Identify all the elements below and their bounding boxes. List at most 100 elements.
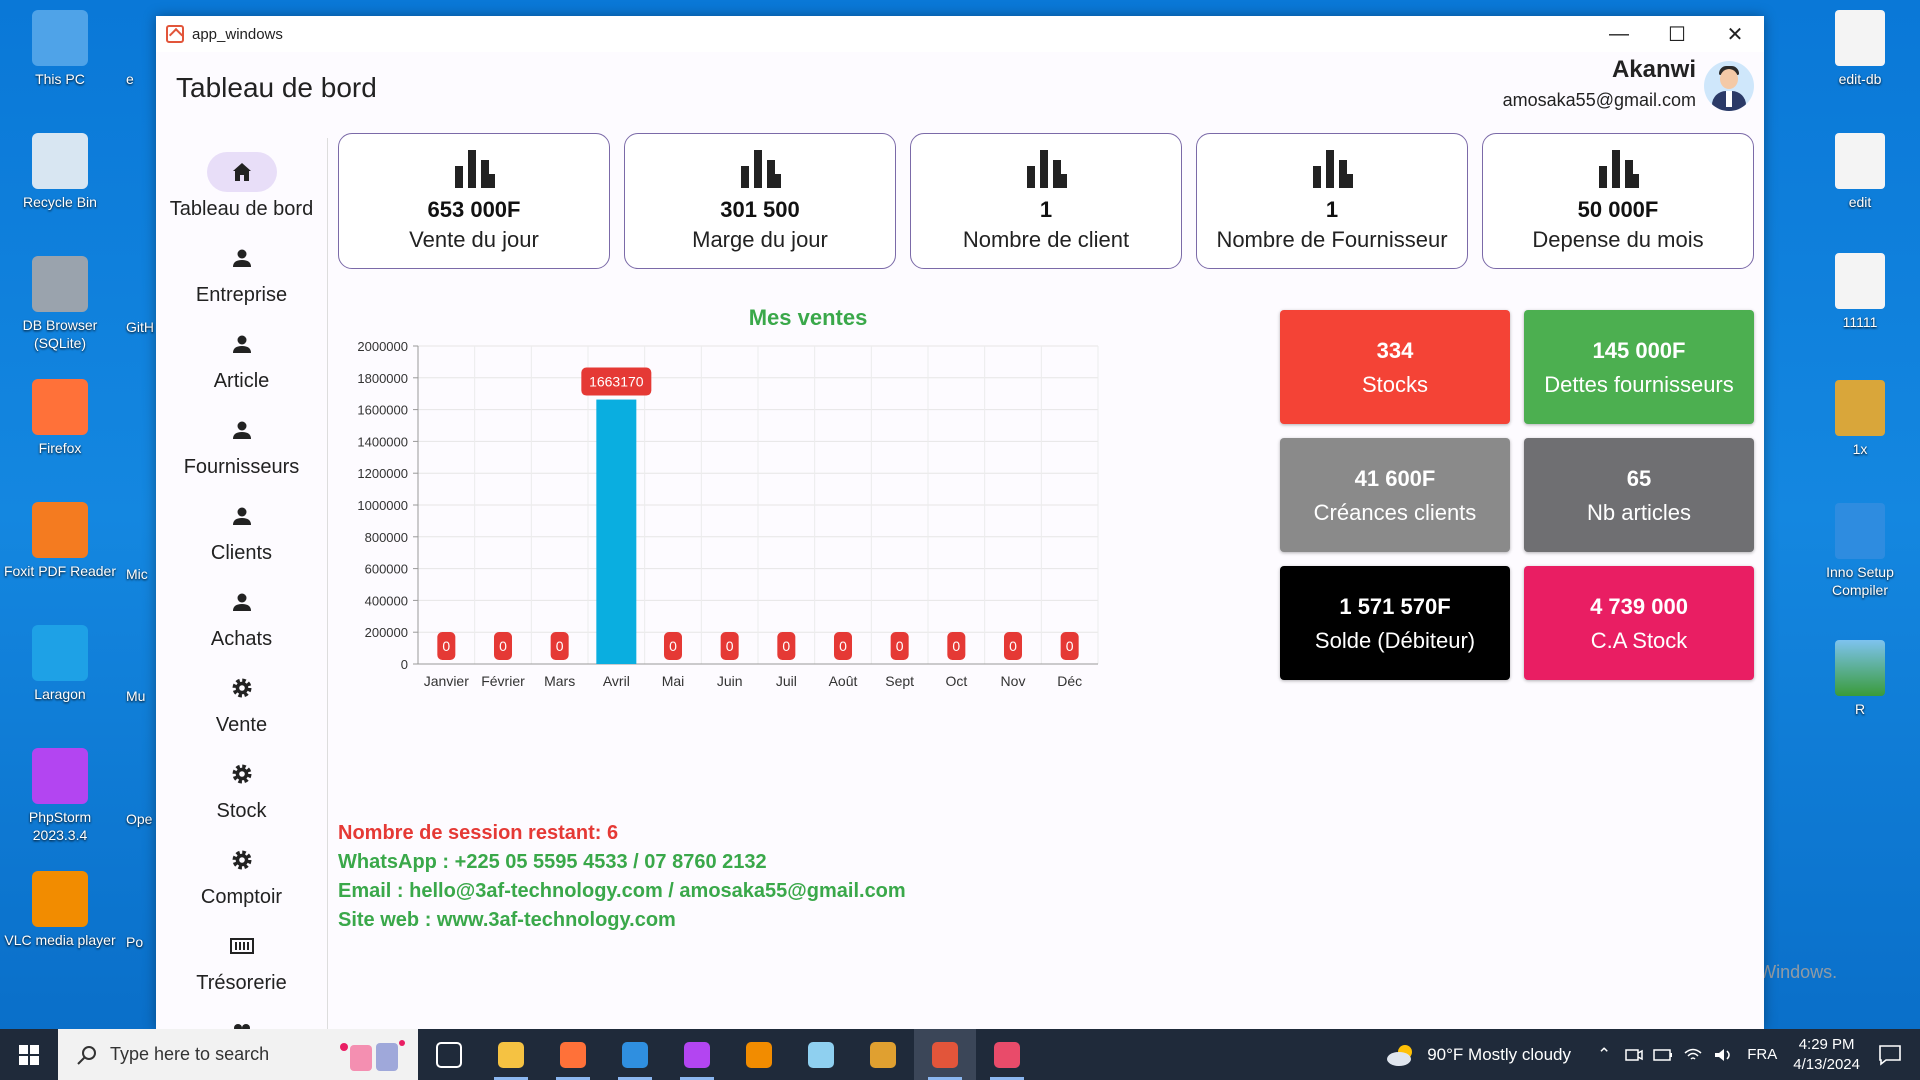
sidebar-item-more[interactable] xyxy=(156,998,327,1029)
tile-value: 4 739 000 xyxy=(1590,594,1688,619)
sidebar-item-tableau-de-bord[interactable]: Tableau de bord xyxy=(156,138,327,224)
taskbar-snipping-tool[interactable] xyxy=(976,1029,1038,1080)
taskbar-notepad[interactable] xyxy=(790,1029,852,1080)
tile-label: C.A Stock xyxy=(1590,628,1688,653)
desktop-icon[interactable]: VLC media player xyxy=(0,871,120,949)
sidebar-item-stock[interactable]: Stock xyxy=(156,740,327,826)
sidebar-item-label: Article xyxy=(213,370,270,392)
data-label: 0 xyxy=(1009,638,1017,654)
desktop-icon-label: Mu xyxy=(126,688,146,704)
kpi-value: 653 000F xyxy=(427,197,521,222)
volume-icon[interactable] xyxy=(1713,1047,1733,1063)
summary-tile[interactable]: 145 000F Dettes fournisseurs xyxy=(1524,310,1754,424)
x-tick-label: Juin xyxy=(717,673,743,689)
kpi-card[interactable]: 1 Nombre de Fournisseur xyxy=(1196,133,1468,269)
desktop-icon[interactable]: Recycle Bin xyxy=(0,133,120,211)
desktop-icon[interactable]: Foxit PDF Reader xyxy=(0,502,120,580)
summary-tile[interactable]: 65 Nb articles xyxy=(1524,438,1754,552)
desktop-icon[interactable]: Laragon xyxy=(0,625,120,703)
taskbar-file-explorer[interactable] xyxy=(480,1029,542,1080)
bar-chart-icon xyxy=(1197,148,1467,193)
chevron-up-icon[interactable]: ⌃ xyxy=(1597,1045,1611,1065)
x-tick-label: Nov xyxy=(1001,673,1026,689)
vscode-icon xyxy=(622,1041,648,1068)
sidebar-item-clients[interactable]: Clients xyxy=(156,482,327,568)
clock-time: 4:29 PM xyxy=(1798,1035,1855,1053)
taskbar-phpstorm[interactable] xyxy=(666,1029,728,1080)
vlc-icon xyxy=(32,871,88,927)
close-button[interactable]: ✕ xyxy=(1706,16,1764,52)
taskbar-search[interactable]: Type here to search xyxy=(58,1029,418,1080)
wifi-icon[interactable] xyxy=(1683,1047,1703,1063)
x-tick-label: Sept xyxy=(885,673,914,689)
home-icon xyxy=(206,152,277,192)
sidebar-item-fournisseurs[interactable]: Fournisseurs xyxy=(156,396,327,482)
desktop-icon[interactable]: edit-db xyxy=(1800,10,1920,88)
y-tick-label: 200000 xyxy=(365,625,408,640)
desktop-icon[interactable]: PhpStorm 2023.3.4 xyxy=(0,748,120,844)
desktop-icon-label: Recycle Bin xyxy=(23,194,97,210)
sidebar-item-article[interactable]: Article xyxy=(156,310,327,396)
y-tick-label: 1400000 xyxy=(357,434,408,449)
chart-title: Mes ventes xyxy=(748,305,868,330)
desktop-icon[interactable]: This PC xyxy=(0,10,120,88)
desktop-icon[interactable]: 1x xyxy=(1800,380,1920,458)
bar-chart-icon xyxy=(1483,148,1753,193)
desktop-icon[interactable]: edit xyxy=(1800,133,1920,211)
sidebar-item-comptoir[interactable]: Comptoir xyxy=(156,826,327,912)
windows-icon xyxy=(19,1044,39,1065)
gear-icon xyxy=(207,668,277,708)
data-label: 0 xyxy=(442,638,450,654)
x-tick-label: Août xyxy=(829,673,858,689)
taskbar-firefox[interactable] xyxy=(542,1029,604,1080)
taskbar-task-view[interactable] xyxy=(418,1029,480,1080)
search-placeholder: Type here to search xyxy=(110,1044,270,1064)
desktop-icon[interactable]: Inno Setup Compiler xyxy=(1800,503,1920,599)
summary-tile[interactable]: 4 739 000 C.A Stock xyxy=(1524,566,1754,680)
summary-tile[interactable]: 334 Stocks xyxy=(1280,310,1510,424)
minimize-button[interactable]: — xyxy=(1590,16,1648,52)
clock[interactable]: 4:29 PM 4/13/2024 xyxy=(1793,1035,1860,1075)
kpi-label: Nombre de Fournisseur xyxy=(1216,227,1448,252)
file-explorer-icon xyxy=(498,1041,524,1068)
desktop-icon-label: e xyxy=(126,71,134,87)
summary-tile[interactable]: 1 571 570F Solde (Débiteur) xyxy=(1280,566,1510,680)
taskbar-vlc[interactable] xyxy=(728,1029,790,1080)
user-info: Akanwi amosaka55@gmail.com xyxy=(1503,56,1696,111)
desktop-icon[interactable]: Firefox xyxy=(0,379,120,457)
avatar[interactable] xyxy=(1704,61,1754,111)
taskbar-vscode[interactable] xyxy=(604,1029,666,1080)
maximize-button[interactable]: ☐ xyxy=(1648,16,1706,52)
tile-label: Stocks xyxy=(1361,372,1429,397)
x-tick-label: Janvier xyxy=(424,673,469,689)
pc-icon xyxy=(32,10,88,66)
title-bar[interactable]: app_windows — ☐ ✕ xyxy=(156,16,1764,52)
taskbar: Type here to search 90°F Mostly cloudy ⌃… xyxy=(0,1029,1920,1080)
desktop-icon[interactable]: R xyxy=(1800,640,1920,718)
tile-value: 145 000F xyxy=(1592,338,1686,363)
desktop-icon-label: Mic xyxy=(126,566,148,582)
kpi-card[interactable]: 50 000F Depense du mois xyxy=(1482,133,1754,269)
kpi-card[interactable]: 653 000F Vente du jour xyxy=(338,133,610,269)
sidebar-item-achats[interactable]: Achats xyxy=(156,568,327,654)
desktop-icon[interactable]: DB Browser (SQLite) xyxy=(0,256,120,352)
page-title: Tableau de bord xyxy=(176,72,377,103)
desktop-icon[interactable]: 11111 xyxy=(1800,253,1920,331)
desktop-icon-label: edit-db xyxy=(1838,71,1882,87)
taskbar-git[interactable] xyxy=(852,1029,914,1080)
sidebar-item-entreprise[interactable]: Entreprise xyxy=(156,224,327,310)
kpi-card[interactable]: 301 500 Marge du jour xyxy=(624,133,896,269)
webcam-icon[interactable] xyxy=(1625,1047,1644,1063)
summary-tile[interactable]: 41 600F Créances clients xyxy=(1280,438,1510,552)
desktop-icon-label: Inno Setup Compiler xyxy=(1826,564,1894,598)
notification-icon[interactable] xyxy=(1878,1044,1902,1066)
weather-text[interactable]: 90°F Mostly cloudy xyxy=(1427,1045,1571,1065)
taskbar-app-windows[interactable] xyxy=(914,1029,976,1080)
start-button[interactable] xyxy=(0,1029,58,1080)
sidebar-item-vente[interactable]: Vente xyxy=(156,654,327,740)
language-indicator[interactable]: FRA xyxy=(1747,1046,1777,1063)
battery-icon[interactable] xyxy=(1653,1048,1673,1062)
sidebar-item-tresorerie[interactable]: Trésorerie xyxy=(156,912,327,998)
kpi-card[interactable]: 1 Nombre de client xyxy=(910,133,1182,269)
website-contact: Site web : www.3af-technology.com xyxy=(338,909,676,931)
